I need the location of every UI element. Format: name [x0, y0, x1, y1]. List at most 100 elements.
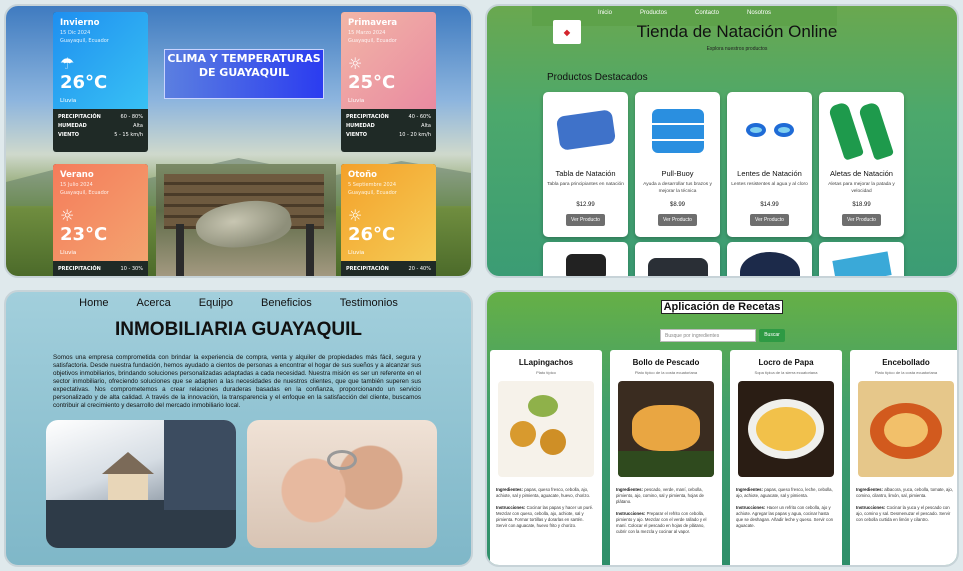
recipe-text: Ingredientes: pescado, verde, maní, cebo…: [616, 487, 716, 535]
product-card: Lentes de Natación Lentes resistentes al…: [727, 92, 812, 237]
locro-de-papa-photo: [738, 381, 834, 477]
product-card-partial: [543, 242, 628, 276]
product-price: $18.99: [852, 202, 871, 208]
recipe-name: Locro de Papa: [758, 358, 814, 367]
recipe-text: Ingredientes: papas, queso fresco, cebol…: [496, 487, 596, 529]
product-card: Tabla de Natación Tabla para principiant…: [543, 92, 628, 237]
season-temp: 26°C: [348, 224, 396, 245]
product-desc: Tabla para principiantes en natación: [547, 182, 624, 187]
store-title: Tienda de Natación Online: [636, 22, 838, 41]
recipe-name: Bollo de Pescado: [632, 358, 700, 367]
recipe-card: LLapingachos Plato típico Ingredientes: …: [490, 350, 602, 565]
sun-icon: ☼: [348, 206, 363, 225]
nav-link-testimonios[interactable]: Testimonios: [340, 297, 398, 309]
season-date: 15 Marzo 2024: [348, 30, 386, 36]
recipe-subtitle: Sopa típica de la sierra ecuatoriana: [754, 370, 818, 375]
kickboard-image: [552, 97, 620, 165]
screenshot-collage: Invierno 15 Dic 2024 Guayaquil, Ecuador …: [0, 0, 963, 571]
stat-label: PRECIPITACIÓN: [58, 265, 101, 272]
season-name: Otoño: [348, 170, 378, 180]
house-model-photo: [46, 420, 236, 548]
sun-icon: ☼: [348, 54, 363, 73]
bench-leg: [176, 224, 184, 276]
stat-label: VIENTO: [58, 131, 79, 138]
fins-image: [827, 97, 896, 165]
recipe-subtitle: Plato típico de la costa ecuatoriana: [874, 370, 938, 375]
weather-panel: Invierno 15 Dic 2024 Guayaquil, Ecuador …: [4, 4, 473, 278]
instructions-label: Instrucciones:: [856, 505, 886, 510]
recipe-subtitle: Plato típico: [536, 370, 556, 375]
encebollado-photo: [858, 381, 954, 477]
season-card-otono: Otoño 5 Septiembre 2024 Guayaquil, Ecuad…: [341, 164, 436, 276]
season-card-invierno: Invierno 15 Dic 2024 Guayaquil, Ecuador …: [53, 12, 148, 152]
stat-label: PRECIPITACIÓN: [346, 113, 389, 120]
season-name: Invierno: [60, 18, 100, 28]
couple-with-keys-photo: [247, 420, 437, 548]
nav-link-home[interactable]: Home: [79, 297, 108, 309]
season-temp: 23°C: [60, 224, 108, 245]
season-place: Guayaquil, Ecuador: [348, 38, 397, 44]
view-product-button[interactable]: Ver Producto: [842, 214, 881, 226]
nav-link-acerca[interactable]: Acerca: [136, 297, 170, 309]
real-estate-panel: Home Acerca Equipo Beneficios Testimonio…: [4, 290, 473, 567]
search-button[interactable]: Buscar: [759, 329, 785, 342]
recipe-subtitle: Plato típico de la costa ecuatoriana: [634, 370, 698, 375]
goggles-image: [736, 97, 804, 165]
nav-link-beneficios[interactable]: Beneficios: [261, 297, 312, 309]
product-name: Lentes de Natación: [737, 169, 802, 178]
product-card: Pull-Buoy Ayuda a desarrollar tus brazos…: [635, 92, 720, 237]
season-card-primavera: Primavera 15 Marzo 2024 Guayaquil, Ecuad…: [341, 12, 436, 152]
instructions-label: Instrucciones:: [736, 505, 766, 510]
product-price: $14.99: [760, 202, 779, 208]
recipe-card: Encebollado Plato típico de la costa ecu…: [850, 350, 957, 565]
stat-value: 60 - 80%: [120, 113, 143, 120]
stat-value: 5 - 15 km/h: [114, 131, 143, 138]
view-product-button[interactable]: Ver Producto: [658, 214, 697, 226]
season-name: Primavera: [348, 18, 398, 28]
stat-label: VIENTO: [346, 131, 367, 138]
stat-label: HUMEDAD: [58, 122, 87, 129]
realestate-title: INMOBILIARIA GUAYAQUIL: [114, 319, 363, 340]
season-temp: 26°C: [60, 72, 108, 93]
season-card-verano: Verano 15 Julio 2024 Guayaquil, Ecuador …: [53, 164, 148, 276]
season-place: Guayaquil, Ecuador: [60, 190, 109, 196]
product-desc: Lentes resistentes al agua y al cloro: [731, 182, 808, 187]
view-product-button[interactable]: Ver Producto: [566, 214, 605, 226]
recipe-card: Bollo de Pescado Plato típico de la cost…: [610, 350, 722, 565]
ingredients-label: Ingredientes:: [736, 487, 763, 492]
store-subtitle: Explora nuestros productos: [706, 46, 768, 52]
instructions-label: Instrucciones:: [496, 505, 526, 510]
stat-label: PRECIPITACIÓN: [58, 113, 101, 120]
season-condition: Lluvia: [60, 98, 77, 104]
cloud-rain-icon: ☂: [60, 54, 75, 73]
product-card-partial: [727, 242, 812, 276]
llapingachos-photo: [498, 381, 594, 477]
bollo-de-pescado-photo: [618, 381, 714, 477]
stat-value: Alta: [421, 122, 431, 129]
stat-value: 40 - 60%: [408, 113, 431, 120]
iguana-photo: [156, 164, 336, 276]
ingredient-search-input[interactable]: Busque por ingredientes: [660, 329, 756, 342]
pull-buoy-image: [644, 97, 712, 165]
swim-store-panel: Inicio Productos Contacto Nosotros ◆ Tie…: [485, 4, 959, 278]
featured-heading: Productos Destacados: [547, 72, 648, 83]
nav-link-equipo[interactable]: Equipo: [199, 297, 233, 309]
season-name: Verano: [60, 170, 94, 180]
about-paragraph: Somos una empresa comprometida con brind…: [53, 354, 421, 409]
season-place: Guayaquil, Ecuador: [348, 190, 397, 196]
recipes-title: Aplicación de Recetas: [487, 300, 957, 314]
season-place: Guayaquil, Ecuador: [60, 38, 109, 44]
stat-value: 20 - 40%: [408, 265, 431, 272]
realestate-nav: Home Acerca Equipo Beneficios Testimonio…: [6, 297, 471, 309]
season-date: 5 Septiembre 2024: [348, 182, 397, 188]
ingredients-label: Ingredientes:: [616, 487, 643, 492]
product-desc: Ayuda a desarrollar tus brazos y mejorar…: [643, 182, 712, 194]
season-condition: Lluvia: [348, 98, 365, 104]
product-name: Aletas de Natación: [830, 169, 893, 178]
view-product-button[interactable]: Ver Producto: [750, 214, 789, 226]
instructions-label: Instrucciones:: [616, 511, 646, 516]
product-card-partial: [819, 242, 904, 276]
recipe-name: LLapingachos: [518, 358, 574, 367]
recipe-text: Ingredientes: papas, queso fresco, leche…: [736, 487, 836, 529]
recipe-card: Locro de Papa Sopa típica de la sierra e…: [730, 350, 842, 565]
